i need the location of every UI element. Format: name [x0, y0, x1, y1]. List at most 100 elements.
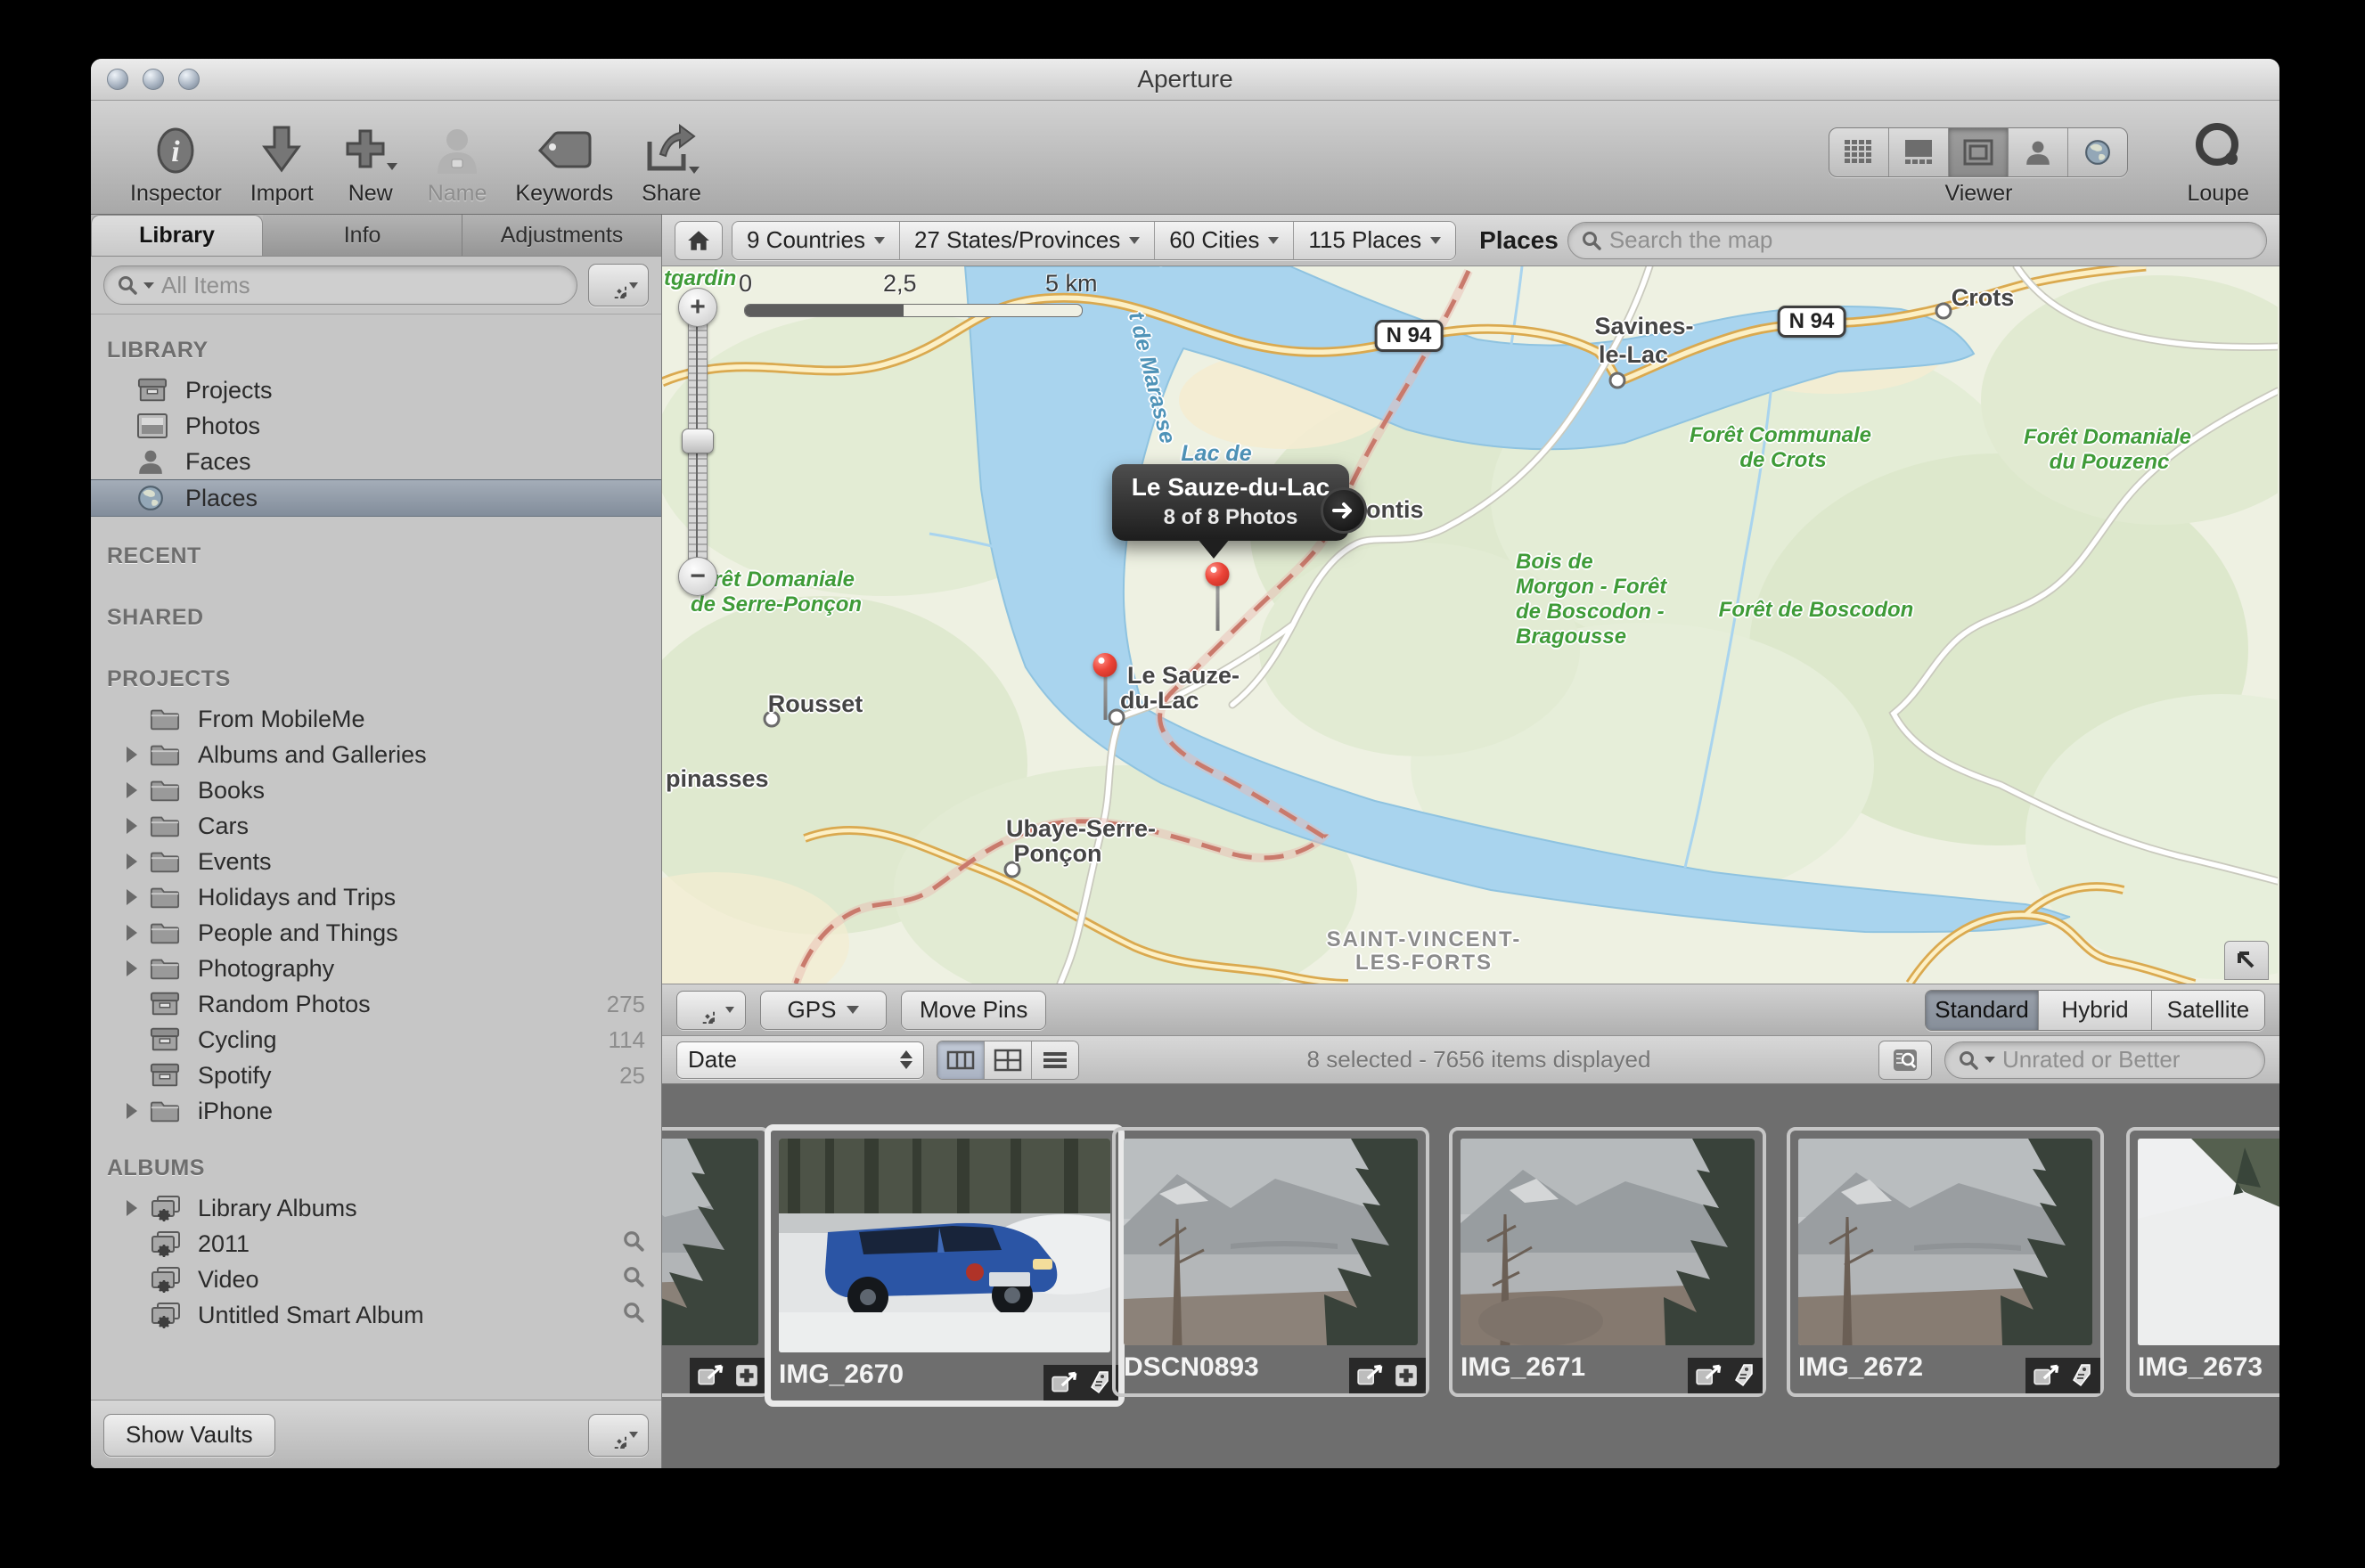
viewer-faces-button[interactable]	[2009, 128, 2068, 176]
sidebar-item-albums-and-galleries[interactable]: Albums and Galleries	[91, 737, 661, 772]
library-search-input[interactable]	[160, 271, 564, 300]
sidebar-item-events[interactable]: Events	[91, 844, 661, 879]
tab-adjustments[interactable]: Adjustments	[462, 215, 661, 256]
thumbnail-img-2673[interactable]: IMG_2673	[2126, 1127, 2279, 1397]
view-list-button[interactable]	[1032, 1041, 1078, 1079]
tab-info[interactable]: Info	[263, 215, 462, 256]
map-canvas[interactable]: tgardin t de Marasse Lac de Serre- N 94 …	[662, 266, 2279, 984]
smart-album-icon	[150, 1302, 182, 1328]
sidebar-item-cars[interactable]: Cars	[91, 808, 661, 844]
sidebar-item-2011[interactable]: 2011	[91, 1226, 661, 1262]
sidebar-item-holidays-and-trips[interactable]: Holidays and Trips	[91, 879, 661, 915]
thumbnail-partial-left[interactable]	[662, 1127, 770, 1397]
disclosure-triangle-icon[interactable]	[127, 747, 137, 763]
map-search-field[interactable]	[1567, 222, 2267, 259]
zoom-in-button[interactable]: +	[678, 288, 717, 327]
loupe-button[interactable]: Loupe	[2181, 101, 2255, 214]
sidebar-item-cycling[interactable]: Cycling 114	[91, 1022, 661, 1058]
map-label-espinasses: pinasses	[666, 765, 769, 793]
breadcrumb-cities[interactable]: 60 Cities	[1155, 222, 1294, 259]
map-mode-hybrid[interactable]: Hybrid	[2039, 991, 2152, 1030]
sidebar-item-random-photos[interactable]: Random Photos 275	[91, 986, 661, 1022]
thumbnail-img-2671[interactable]: IMG_2671	[1449, 1127, 1766, 1397]
viewer-viewer-button[interactable]	[1949, 128, 2009, 176]
name-button[interactable]: Name	[413, 101, 502, 214]
thumbnail-badges	[2025, 1358, 2100, 1393]
browser-search-field[interactable]	[1944, 1041, 2265, 1079]
show-vaults-button[interactable]: Show Vaults	[103, 1414, 275, 1457]
vault-action-gear-button[interactable]	[588, 1414, 649, 1457]
import-button[interactable]: Import	[236, 101, 328, 214]
item-label: Video	[198, 1266, 259, 1294]
pin-head-icon[interactable]	[1093, 653, 1117, 677]
view-grid-button[interactable]	[985, 1041, 1032, 1079]
disclosure-triangle-icon[interactable]	[127, 889, 137, 905]
sidebar-item-library-albums[interactable]: Library Albums	[91, 1190, 661, 1226]
sidebar-item-spotify[interactable]: Spotify 25	[91, 1058, 661, 1093]
zoom-out-button[interactable]: −	[678, 557, 717, 596]
share-button[interactable]: Share	[627, 101, 716, 214]
map-home-button[interactable]	[675, 221, 723, 260]
sidebar-item-projects[interactable]: Projects	[91, 372, 661, 408]
move-pins-button[interactable]: Move Pins	[901, 991, 1046, 1030]
breadcrumb-places[interactable]: 115 Places	[1294, 222, 1455, 259]
minimize-button[interactable]	[143, 69, 164, 90]
photo-pin-lesauze-upper[interactable]	[1206, 562, 1230, 631]
tooltip-arrow-button[interactable]	[1321, 487, 1367, 534]
filter-hud-button[interactable]	[1878, 1041, 1932, 1080]
main-toolbar: i Inspector Import New Name Key	[91, 101, 2279, 215]
title-bar[interactable]: Aperture	[91, 59, 2279, 101]
new-button[interactable]: New	[328, 101, 413, 214]
map-corner-button[interactable]	[2224, 941, 2269, 980]
sidebar-item-faces[interactable]: Faces	[91, 444, 661, 479]
search-scope-chevron-icon[interactable]	[143, 282, 154, 289]
gps-dropdown-button[interactable]: GPS	[760, 991, 887, 1030]
folder-icon	[150, 956, 180, 981]
browser-filmstrip[interactable]: IMG_2670	[662, 1084, 2279, 1468]
thumbnail-img-2672[interactable]: IMG_2672	[1787, 1127, 2104, 1397]
breadcrumb-states[interactable]: 27 States/Provinces	[900, 222, 1155, 259]
sidebar-item-photography[interactable]: Photography	[91, 951, 661, 986]
sidebar-item-video[interactable]: Video	[91, 1262, 661, 1297]
disclosure-triangle-icon[interactable]	[127, 853, 137, 870]
sidebar-item-places[interactable]: Places	[91, 479, 661, 517]
map-mode-satellite[interactable]: Satellite	[2152, 991, 2264, 1030]
map-search-input[interactable]	[1608, 225, 2254, 255]
close-button[interactable]	[107, 69, 128, 90]
viewer-places-button[interactable]	[2068, 128, 2127, 176]
scale-mid: 2,5	[883, 270, 917, 298]
sort-popup[interactable]: Date	[676, 1041, 924, 1079]
disclosure-triangle-icon[interactable]	[127, 960, 137, 976]
viewer-split-button[interactable]	[1889, 128, 1949, 176]
breadcrumb-countries[interactable]: 9 Countries	[732, 222, 900, 259]
tab-library[interactable]: Library	[91, 215, 263, 256]
sidebar-item-photos[interactable]: Photos	[91, 408, 661, 444]
pin-head-icon[interactable]	[1206, 562, 1230, 586]
inspector-button[interactable]: i Inspector	[116, 101, 236, 214]
map-mode-standard[interactable]: Standard	[1926, 991, 2039, 1030]
sidebar-item-people-and-things[interactable]: People and Things	[91, 915, 661, 951]
sidebar-item-untitled-smart-album[interactable]: Untitled Smart Album	[91, 1297, 661, 1333]
photo-pin-lesauze-lower[interactable]	[1093, 653, 1117, 720]
browser-search-input[interactable]	[2001, 1045, 2279, 1074]
disclosure-triangle-icon[interactable]	[127, 782, 137, 798]
search-scope-chevron-icon[interactable]	[1984, 1057, 1995, 1063]
map-zoom-slider[interactable]: + −	[678, 288, 716, 594]
disclosure-triangle-icon[interactable]	[127, 925, 137, 941]
sidebar-item-iphone[interactable]: iPhone	[91, 1093, 661, 1129]
thumbnail-dscn0893[interactable]: DSCN0893	[1112, 1127, 1429, 1397]
viewer-grid-button[interactable]	[1829, 128, 1889, 176]
disclosure-triangle-icon[interactable]	[127, 1103, 137, 1119]
zoom-slider-thumb[interactable]	[682, 429, 714, 453]
disclosure-triangle-icon[interactable]	[127, 818, 137, 834]
map-action-gear-button[interactable]	[676, 991, 746, 1030]
library-search-field[interactable]	[103, 265, 577, 305]
zoom-button[interactable]	[178, 69, 200, 90]
disclosure-triangle-icon[interactable]	[127, 1200, 137, 1216]
sidebar-item-from-mobileme[interactable]: From MobileMe	[91, 701, 661, 737]
view-filmstrip-button[interactable]	[937, 1041, 985, 1079]
library-action-gear-button[interactable]	[588, 264, 649, 306]
sidebar-item-books[interactable]: Books	[91, 772, 661, 808]
keywords-button[interactable]: Keywords	[501, 101, 627, 214]
thumbnail-img-2670[interactable]: IMG_2670	[765, 1124, 1125, 1407]
